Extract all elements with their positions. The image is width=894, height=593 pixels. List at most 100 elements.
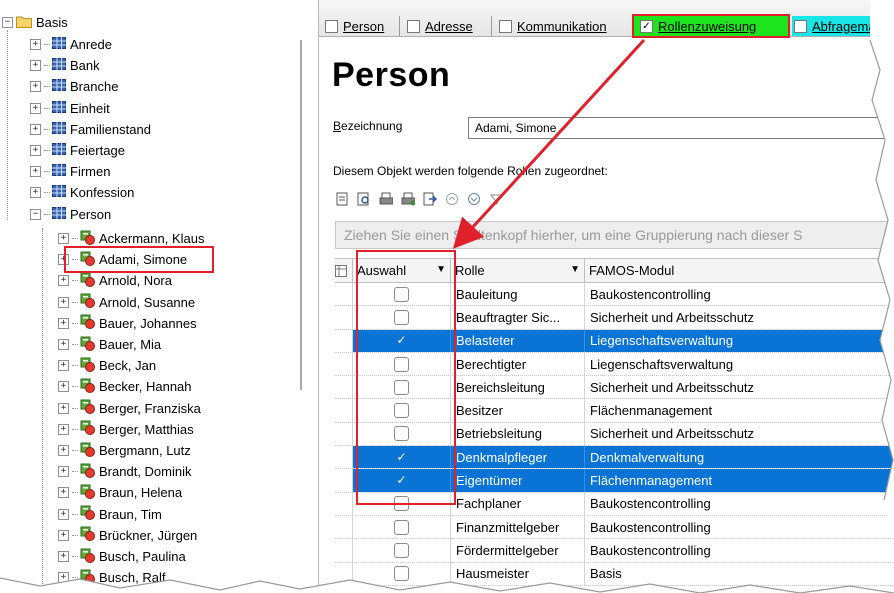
expand-icon[interactable]: + xyxy=(30,102,41,114)
tab-abfragemanager[interactable]: Abfrageman xyxy=(792,16,894,36)
auswahl-cell[interactable]: ✓ xyxy=(353,469,451,492)
tree-item-person[interactable]: + Beck, Jan xyxy=(58,355,156,376)
tree-item-person[interactable]: + Becker, Hannah xyxy=(58,376,192,397)
auswahl-cell[interactable] xyxy=(353,352,451,376)
tree-item-person[interactable]: + Brandt, Dominik xyxy=(58,461,191,482)
expand-icon[interactable]: + xyxy=(58,233,69,244)
auswahl-cell[interactable] xyxy=(353,492,451,515)
checkbox-icon[interactable] xyxy=(394,542,409,558)
auswahl-cell[interactable] xyxy=(353,399,451,422)
group-by-drop-area[interactable]: Ziehen Sie einen Spaltenkopf hierher, um… xyxy=(335,221,894,249)
tree-item-person[interactable]: + Arnold, Nora xyxy=(58,270,172,291)
auswahl-cell[interactable] xyxy=(353,539,451,562)
auswahl-cell[interactable] xyxy=(353,283,451,306)
column-header-famos-modul[interactable]: FAMOS-Modul xyxy=(585,259,894,282)
bezeichnung-field[interactable]: Adami, Simone xyxy=(468,117,894,139)
filter-clear-icon[interactable] xyxy=(489,192,503,206)
navigation-tree[interactable]: − Basis + Anrede + Bank + Branche + Einh… xyxy=(0,0,319,593)
table-row[interactable]: ✓ Belasteter Liegenschaftsverwaltung xyxy=(335,329,894,353)
checkbox-icon[interactable] xyxy=(394,566,409,582)
checkbox-checked-icon[interactable]: ✓ xyxy=(395,450,408,464)
tree-splitter[interactable] xyxy=(300,40,302,390)
expand-icon[interactable]: + xyxy=(58,381,69,393)
auswahl-cell[interactable] xyxy=(353,422,451,446)
collapse-icon[interactable]: − xyxy=(2,17,13,28)
expand-icon[interactable]: + xyxy=(58,466,69,478)
tree-item-category[interactable]: + Familienstand xyxy=(30,119,151,140)
auswahl-cell[interactable]: ✓ xyxy=(353,446,451,469)
table-row[interactable]: Fachplaner Baukostencontrolling xyxy=(335,492,894,516)
tab-adresse[interactable]: Adresse xyxy=(401,16,489,36)
expand-icon[interactable]: + xyxy=(58,423,69,435)
tree-item-person[interactable]: + Braun, Helena xyxy=(58,482,182,503)
checkbox-icon[interactable] xyxy=(394,403,409,419)
tree-root-basis[interactable]: − Basis xyxy=(2,12,68,33)
tree-item-category[interactable]: + Bank xyxy=(30,55,100,76)
checkbox-checked-icon[interactable]: ✓ xyxy=(395,334,408,347)
print-setup-icon[interactable] xyxy=(401,192,415,206)
expand-icon[interactable]: + xyxy=(58,339,69,350)
checkbox-icon[interactable] xyxy=(394,379,409,395)
table-row[interactable]: Betriebsleitung Sicherheit und Arbeitssc… xyxy=(335,422,894,447)
checkbox-icon[interactable] xyxy=(394,286,409,302)
tree-item-category[interactable]: + Konfession xyxy=(30,182,134,203)
new-record-icon[interactable] xyxy=(335,192,349,206)
expand-icon[interactable]: + xyxy=(30,166,41,178)
tree-item-person[interactable]: + Busch, Paulina xyxy=(58,546,186,567)
tree-item-category[interactable]: + Branche xyxy=(30,76,118,97)
auswahl-cell[interactable]: ✓ xyxy=(353,329,451,352)
checkbox-checked-icon[interactable]: ✓ xyxy=(395,474,408,487)
tab-person[interactable]: Person xyxy=(319,16,397,36)
collapse-group-icon[interactable] xyxy=(467,192,481,206)
preview-icon[interactable] xyxy=(357,192,371,206)
expand-icon[interactable]: + xyxy=(30,39,41,50)
expand-group-icon[interactable] xyxy=(445,192,459,206)
tree-item-category[interactable]: + Anrede xyxy=(30,34,112,55)
tree-item-category[interactable]: + Firmen xyxy=(30,161,110,182)
filter-icon[interactable]: ▼ xyxy=(436,264,446,275)
expand-icon[interactable]: + xyxy=(58,275,69,287)
expand-icon[interactable]: + xyxy=(58,296,69,308)
auswahl-cell[interactable] xyxy=(353,376,451,399)
checkbox-icon[interactable] xyxy=(394,309,409,325)
tree-item-person[interactable]: + Brückner, Jürgen xyxy=(58,525,197,546)
auswahl-cell[interactable] xyxy=(353,515,451,539)
export-icon[interactable] xyxy=(423,192,437,206)
expand-icon[interactable]: + xyxy=(58,487,69,499)
checkbox-icon[interactable] xyxy=(394,519,409,535)
table-row[interactable]: Hausmeister Basis xyxy=(335,562,894,586)
column-chooser-icon[interactable] xyxy=(335,259,353,282)
auswahl-cell[interactable] xyxy=(353,306,451,329)
expand-icon[interactable]: + xyxy=(58,402,69,414)
auswahl-cell[interactable] xyxy=(353,562,451,585)
filter-icon[interactable]: ▼ xyxy=(570,264,580,275)
expand-icon[interactable]: + xyxy=(58,445,69,456)
checkbox-icon[interactable] xyxy=(394,496,409,512)
table-row[interactable]: Beauftragter Sic... Sicherheit und Arbei… xyxy=(335,306,894,330)
tree-item-person[interactable]: + Bauer, Mia xyxy=(58,334,161,355)
checkbox-icon[interactable] xyxy=(394,356,409,372)
table-row[interactable]: Besitzer Flächenmanagement xyxy=(335,399,894,423)
expand-icon[interactable]: + xyxy=(58,551,69,562)
table-row[interactable]: ✓ Eigentümer Flächenmanagement xyxy=(335,469,894,493)
table-row[interactable]: Bauleitung Baukostencontrolling xyxy=(335,283,894,307)
table-row[interactable]: ✓ Denkmalpfleger Denkmalverwaltung xyxy=(335,446,894,470)
tree-item-person[interactable]: + Busch, Ralf xyxy=(58,567,165,588)
tab-rollenzuweisung[interactable]: ✓ Rollenzuweisung xyxy=(632,14,790,38)
expand-icon[interactable]: + xyxy=(30,81,41,93)
table-row[interactable]: Fördermittelgeber Baukostencontrolling xyxy=(335,539,894,563)
tree-item-person[interactable]: + Bauer, Johannes xyxy=(58,313,197,334)
expand-icon[interactable]: + xyxy=(58,360,69,372)
checkbox-icon[interactable] xyxy=(394,426,409,442)
expand-icon[interactable]: + xyxy=(30,123,41,135)
tree-item-person[interactable]: + Berger, Matthias xyxy=(58,419,194,440)
tree-item-person[interactable]: + Arnold, Susanne xyxy=(58,292,195,313)
expand-icon[interactable]: + xyxy=(58,572,69,584)
expand-icon[interactable]: + xyxy=(30,60,41,72)
expand-icon[interactable]: + xyxy=(58,529,69,541)
tree-item-category[interactable]: + Feiertage xyxy=(30,140,125,161)
tree-item-person[interactable]: + Bergmann, Lutz xyxy=(58,440,191,461)
collapse-icon[interactable]: − xyxy=(30,208,41,220)
table-row[interactable]: Finanzmittelgeber Baukostencontrolling xyxy=(335,515,894,540)
tree-item-person[interactable]: + Berger, Franziska xyxy=(58,398,201,419)
